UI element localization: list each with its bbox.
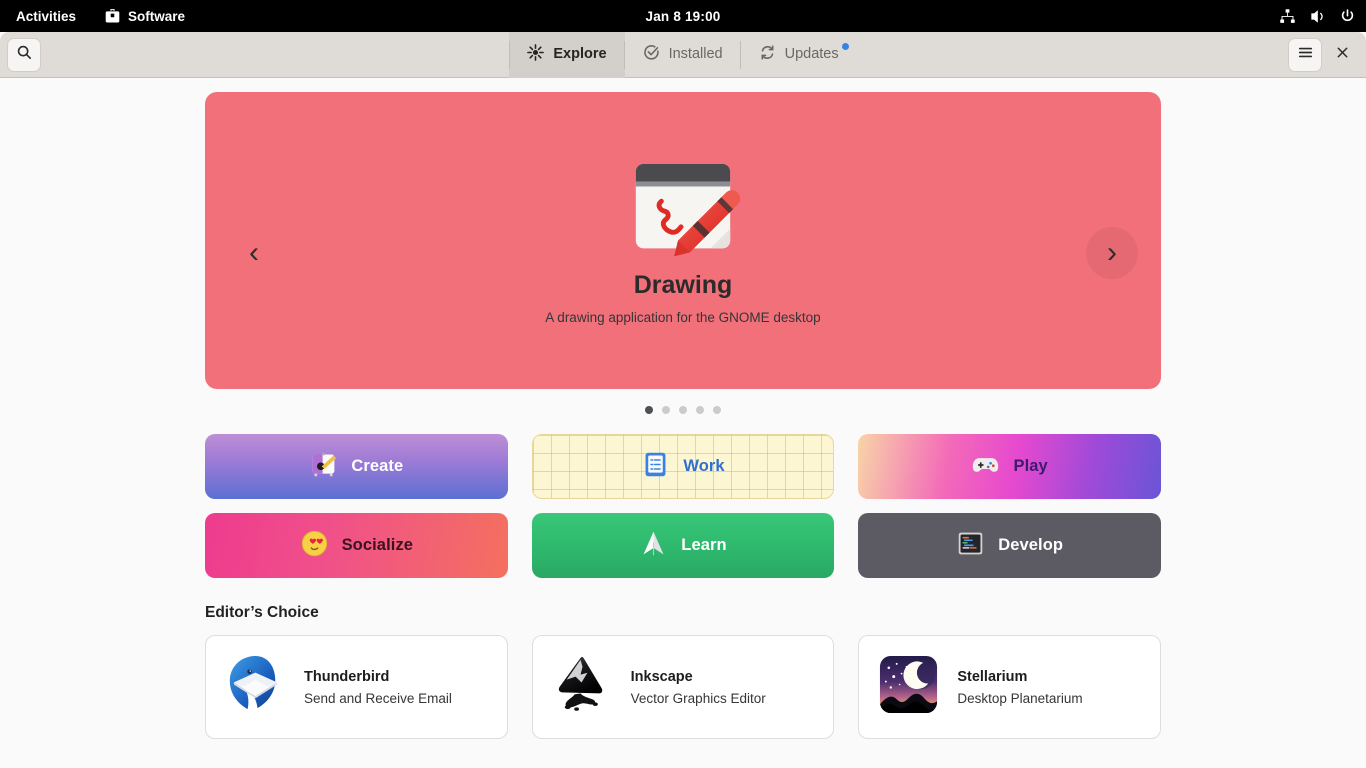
category-label: Develop (998, 536, 1064, 554)
category-tile-socialize[interactable]: Socialize (205, 513, 508, 578)
volume-icon (1309, 8, 1326, 25)
stellarium-icon (877, 653, 940, 721)
editors-choice-card-text: Thunderbird Send and Receive Email (304, 669, 452, 706)
close-icon (1335, 45, 1350, 65)
view-switcher: Explore Installed Updates (0, 31, 1366, 78)
app-name: Inkscape (630, 668, 693, 685)
main-menu-button[interactable] (1288, 38, 1322, 72)
paper-plane-icon (639, 529, 668, 563)
carousel-dot-1[interactable] (645, 406, 653, 414)
thunderbird-icon (224, 653, 287, 721)
carousel-dot-3[interactable] (679, 406, 687, 414)
category-label: Work (683, 457, 725, 475)
app-name: Stellarium (957, 668, 1028, 685)
clock-button[interactable]: Jan 8 19:00 (0, 9, 1366, 24)
art-palette-icon (309, 450, 338, 484)
system-status-area[interactable] (1279, 0, 1356, 32)
featured-app-banner-drawing[interactable]: Drawing A drawing application for the GN… (205, 92, 1161, 389)
app-summary: Desktop Planetarium (957, 690, 1083, 706)
explore-page: Drawing A drawing application for the GN… (0, 78, 1366, 768)
search-button[interactable] (7, 37, 41, 72)
hamburger-menu-icon (1297, 44, 1314, 66)
updates-badge-dot (841, 42, 849, 50)
carousel-previous-button[interactable]: ‹ (228, 227, 280, 279)
category-label: Socialize (341, 536, 414, 554)
carousel-page-indicator[interactable] (205, 406, 1161, 414)
editors-choice-card-text: Inkscape Vector Graphics Editor (631, 669, 766, 706)
featured-carousel: Drawing A drawing application for the GN… (205, 92, 1161, 414)
tab-installed[interactable]: Installed (625, 32, 741, 78)
tab-explore-label: Explore (553, 46, 607, 63)
carousel-next-button[interactable]: › (1086, 227, 1138, 279)
category-tile-learn[interactable]: Learn (531, 513, 835, 578)
gamepad-icon (971, 450, 1000, 484)
category-tile-create[interactable]: Create (205, 434, 508, 499)
code-terminal-icon (956, 529, 985, 563)
explore-star-icon (527, 44, 545, 65)
top-bar-left-group: Activities Software (0, 0, 199, 32)
chevron-left-icon: ‹ (249, 236, 259, 269)
app-name: Thunderbird (304, 668, 390, 685)
heart-eyes-emoji-icon (300, 529, 329, 563)
search-icon (16, 44, 33, 66)
activities-label: Activities (16, 8, 77, 24)
editors-choice-card-thunderbird[interactable]: Thunderbird Send and Receive Email (205, 635, 508, 739)
software-icon (104, 8, 121, 25)
category-tile-work[interactable]: Work (531, 434, 835, 499)
tab-updates[interactable]: Updates (741, 32, 857, 78)
header-bar: Explore Installed Updates (0, 31, 1366, 78)
refresh-icon (759, 44, 776, 65)
inkscape-icon (551, 653, 614, 721)
editors-choice-card-text: Stellarium Desktop Planetarium (957, 669, 1082, 706)
category-tiles: Create Work Play Socialize Learn Develop (205, 434, 1161, 578)
app-summary: Send and Receive Email (304, 690, 452, 706)
category-label: Create (351, 457, 404, 475)
tab-explore[interactable]: Explore (509, 31, 625, 78)
category-tile-develop[interactable]: Develop (858, 513, 1161, 578)
network-wired-icon (1279, 8, 1296, 25)
content-scroller[interactable]: Drawing A drawing application for the GN… (0, 92, 1366, 739)
gnome-top-bar: Activities Software Jan 8 19:00 (0, 0, 1366, 32)
software-window: Explore Installed Updates Drawing A draw… (0, 31, 1366, 768)
carousel-dot-4[interactable] (696, 406, 704, 414)
check-circle-icon (643, 44, 660, 65)
app-menu-label: Software (128, 8, 186, 24)
editors-choice-grid: Thunderbird Send and Receive Email Inksca… (205, 635, 1161, 739)
category-label: Learn (681, 536, 727, 554)
featured-app-summary: A drawing application for the GNOME desk… (545, 309, 821, 325)
close-window-button[interactable] (1324, 37, 1360, 73)
app-summary: Vector Graphics Editor (630, 690, 766, 706)
tab-installed-label: Installed (668, 46, 723, 63)
tab-updates-label: Updates (784, 46, 839, 63)
activities-button[interactable]: Activities (0, 0, 90, 32)
carousel-dot-2[interactable] (662, 406, 670, 414)
drawing-app-icon (624, 156, 742, 257)
editors-choice-card-stellarium[interactable]: Stellarium Desktop Planetarium (858, 635, 1161, 739)
clipboard-icon (641, 450, 670, 484)
carousel-dot-5[interactable] (713, 406, 721, 414)
category-label: Play (1013, 457, 1048, 475)
category-tile-play[interactable]: Play (858, 434, 1161, 499)
app-menu-button[interactable]: Software (90, 0, 199, 32)
clock-label: Jan 8 19:00 (645, 8, 721, 24)
header-bar-right-group (1288, 32, 1360, 78)
editors-choice-heading: Editor’s Choice (205, 604, 319, 621)
power-icon (1339, 8, 1356, 25)
chevron-right-icon: › (1107, 236, 1117, 269)
featured-app-name: Drawing (633, 271, 733, 300)
editors-choice-card-inkscape[interactable]: Inkscape Vector Graphics Editor (531, 635, 835, 739)
